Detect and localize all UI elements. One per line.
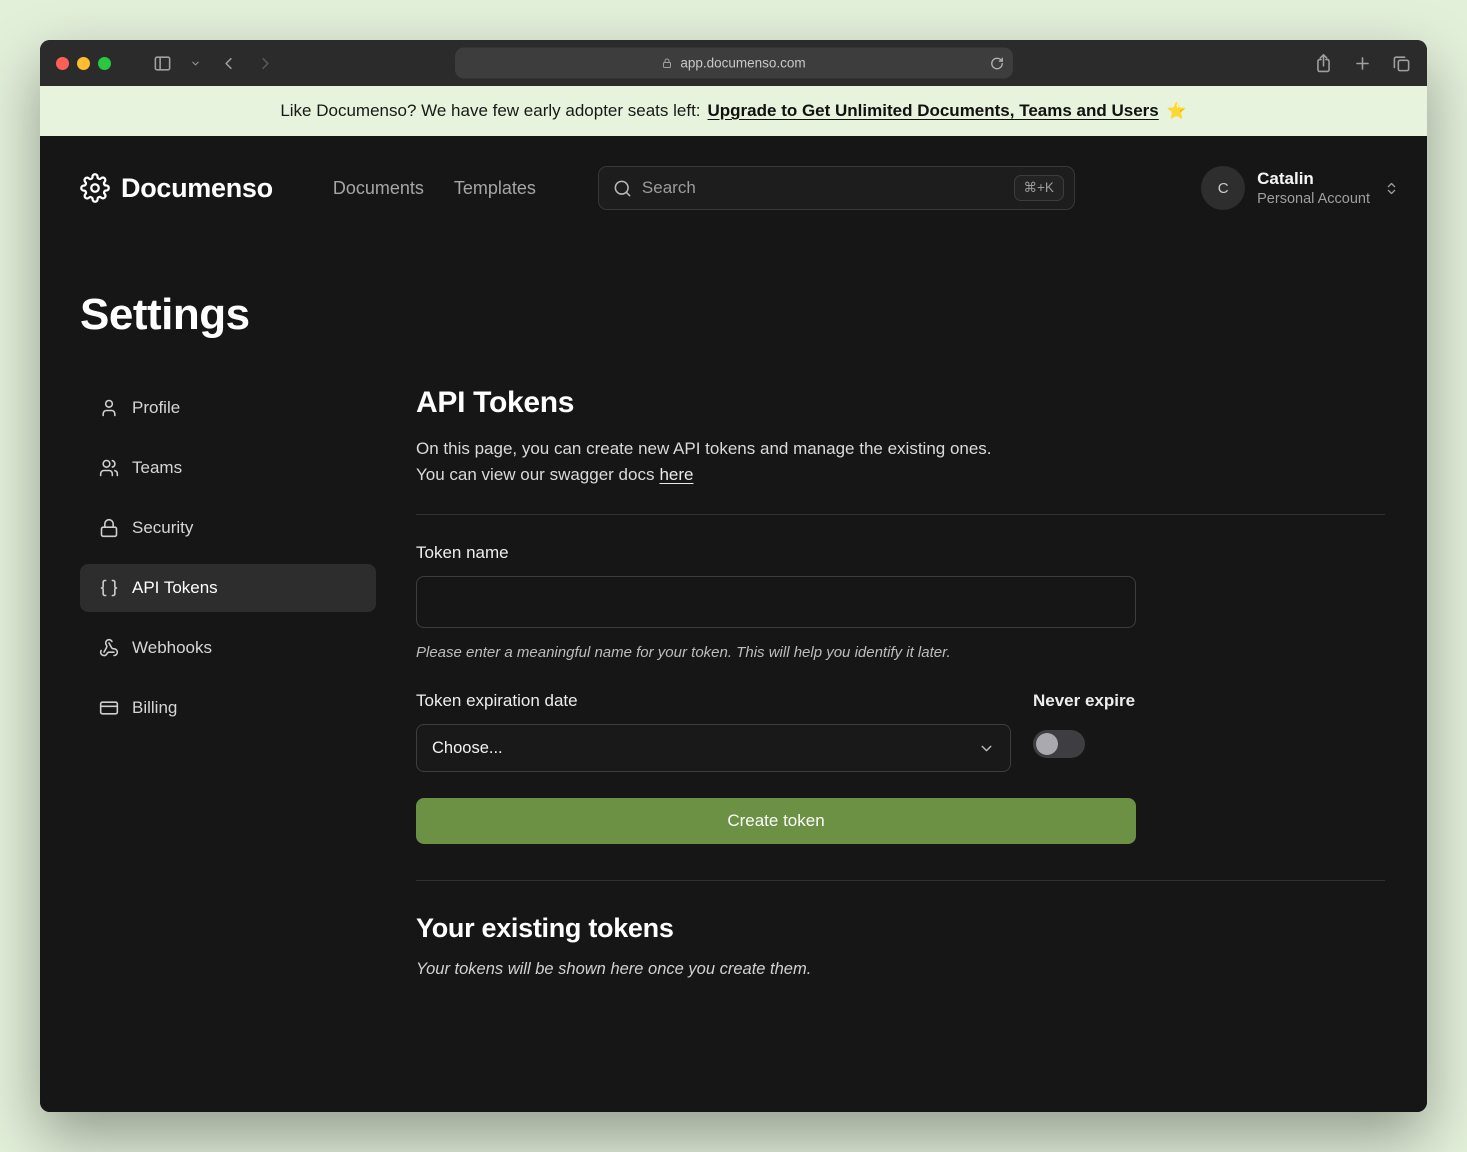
nav-templates[interactable]: Templates xyxy=(454,178,536,199)
search-input[interactable] xyxy=(642,178,1004,198)
sidebar-item-teams[interactable]: Teams xyxy=(80,444,376,492)
webhook-icon xyxy=(99,638,119,658)
documenso-logo-icon xyxy=(80,173,110,203)
banner-upgrade-link[interactable]: Upgrade to Get Unlimited Documents, Team… xyxy=(708,101,1159,121)
token-name-label: Token name xyxy=(416,543,1385,563)
app-header: Documenso Documents Templates ⌘+K C Cata… xyxy=(40,136,1427,232)
search-shortcut: ⌘+K xyxy=(1014,175,1064,201)
expiration-row: Token expiration date Choose... Never ex… xyxy=(416,691,1136,772)
nav-documents[interactable]: Documents xyxy=(333,178,424,199)
expiration-date-select[interactable]: Choose... xyxy=(416,724,1011,772)
chevrons-up-down-icon xyxy=(1384,181,1399,196)
browser-nav-controls xyxy=(153,54,275,73)
sidebar-item-api-tokens[interactable]: API Tokens xyxy=(80,564,376,612)
sidebar-item-webhooks[interactable]: Webhooks xyxy=(80,624,376,672)
account-type: Personal Account xyxy=(1257,190,1370,208)
tab-overview-icon[interactable] xyxy=(1392,54,1411,73)
sidebar-item-profile[interactable]: Profile xyxy=(80,384,376,432)
avatar: C xyxy=(1201,166,1245,210)
divider xyxy=(416,880,1385,881)
search-bar[interactable]: ⌘+K xyxy=(598,166,1075,210)
settings-sidebar: Profile Teams Security xyxy=(80,384,376,979)
minimize-window-button[interactable] xyxy=(77,57,90,70)
chevron-down-icon xyxy=(978,740,995,757)
new-tab-icon[interactable] xyxy=(1353,54,1372,73)
sidebar-toggle-icon[interactable] xyxy=(153,54,172,73)
api-tokens-panel: API Tokens On this page, you can create … xyxy=(416,384,1385,979)
account-text: Catalin Personal Account xyxy=(1257,168,1370,207)
create-token-form: Token name Please enter a meaningful nam… xyxy=(416,543,1385,844)
browser-toolbar-right xyxy=(1314,54,1411,73)
main-nav: Documents Templates xyxy=(333,178,536,199)
documenso-app: Documenso Documents Templates ⌘+K C Cata… xyxy=(40,136,1427,1112)
forward-button[interactable] xyxy=(256,54,275,73)
sidebar-item-label: Profile xyxy=(132,398,180,418)
browser-window: app.documenso.com Like Documenso? We hav… xyxy=(40,40,1427,1112)
share-icon[interactable] xyxy=(1314,54,1333,73)
lock-icon xyxy=(661,57,673,69)
expiration-label: Token expiration date xyxy=(416,691,1011,711)
users-icon xyxy=(99,458,119,478)
traffic-lights xyxy=(56,57,111,70)
token-name-hint: Please enter a meaningful name for your … xyxy=(416,644,1385,661)
section-description: On this page, you can create new API tok… xyxy=(416,436,1385,488)
never-expire-toggle[interactable] xyxy=(1033,730,1085,758)
user-icon xyxy=(99,398,119,418)
settings-content: Profile Teams Security xyxy=(40,384,1427,979)
account-menu[interactable]: C Catalin Personal Account xyxy=(1201,166,1399,210)
never-expire-field: Never expire xyxy=(1033,691,1136,758)
close-window-button[interactable] xyxy=(56,57,69,70)
expiration-field: Token expiration date Choose... xyxy=(416,691,1011,772)
braces-icon xyxy=(99,578,119,598)
address-bar[interactable]: app.documenso.com xyxy=(455,48,1013,79)
url-text: app.documenso.com xyxy=(680,56,805,71)
sidebar-item-label: API Tokens xyxy=(132,578,218,598)
credit-card-icon xyxy=(99,698,119,718)
sidebar-item-label: Teams xyxy=(132,458,182,478)
promo-banner: Like Documenso? We have few early adopte… xyxy=(40,86,1427,136)
section-title: API Tokens xyxy=(416,386,1385,420)
divider xyxy=(416,514,1385,515)
sidebar-item-security[interactable]: Security xyxy=(80,504,376,552)
sidebar-item-label: Security xyxy=(132,518,193,538)
token-name-input[interactable] xyxy=(416,576,1136,628)
zoom-window-button[interactable] xyxy=(98,57,111,70)
description-line-1: On this page, you can create new API tok… xyxy=(416,439,992,458)
search-icon xyxy=(613,179,632,198)
never-expire-label: Never expire xyxy=(1033,691,1136,711)
existing-tokens-empty-state: Your tokens will be shown here once you … xyxy=(416,960,1385,979)
swagger-docs-link[interactable]: here xyxy=(659,465,693,484)
sidebar-item-billing[interactable]: Billing xyxy=(80,684,376,732)
create-token-button[interactable]: Create token xyxy=(416,798,1136,844)
refresh-icon[interactable] xyxy=(990,56,1004,70)
lock-icon xyxy=(99,518,119,538)
toggle-knob xyxy=(1036,733,1058,755)
star-emoji: ⭐ xyxy=(1167,101,1187,121)
sidebar-item-label: Webhooks xyxy=(132,638,212,658)
existing-tokens-title: Your existing tokens xyxy=(416,913,1385,944)
description-line-2: You can view our swagger docs xyxy=(416,465,654,484)
chevron-down-icon[interactable] xyxy=(190,58,201,69)
page-title: Settings xyxy=(40,290,1427,340)
sidebar-item-label: Billing xyxy=(132,698,177,718)
documenso-logo[interactable]: Documenso xyxy=(80,173,273,204)
back-button[interactable] xyxy=(219,54,238,73)
brand-name: Documenso xyxy=(121,173,273,204)
banner-text: Like Documenso? We have few early adopte… xyxy=(280,101,700,121)
account-name: Catalin xyxy=(1257,168,1370,189)
browser-titlebar: app.documenso.com xyxy=(40,40,1427,86)
expiration-selected-value: Choose... xyxy=(432,739,503,758)
